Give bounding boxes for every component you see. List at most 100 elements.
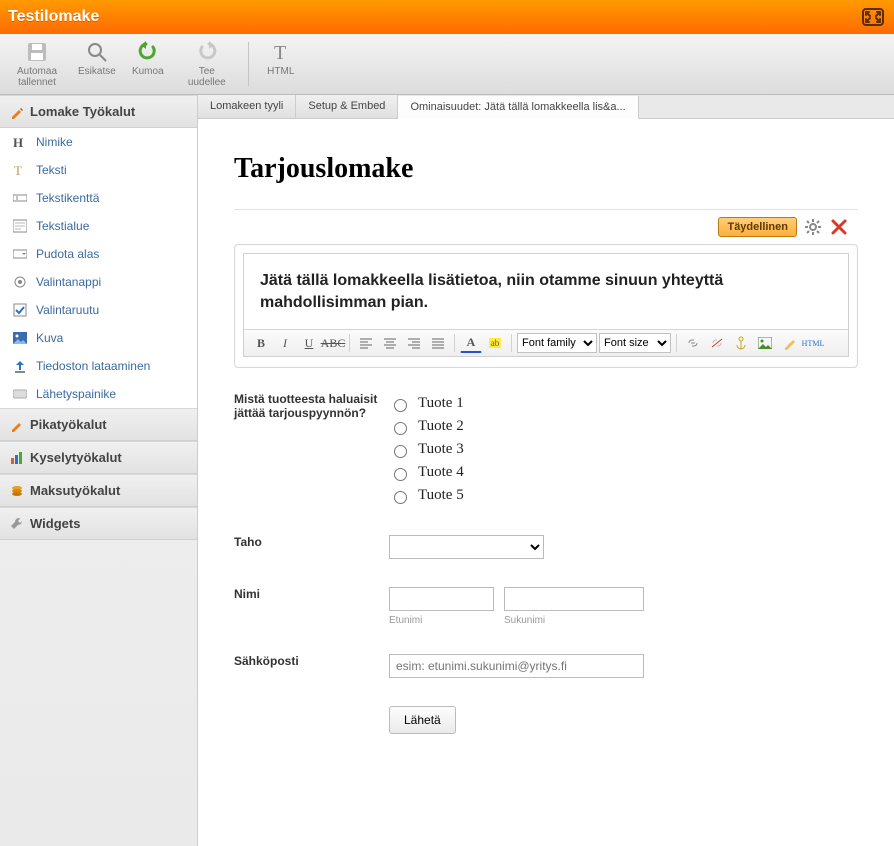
- tool-image[interactable]: Kuva: [0, 324, 197, 352]
- tool-upload[interactable]: Tiedoston lataaminen: [0, 352, 197, 380]
- preview-button[interactable]: Esikatse: [74, 38, 120, 90]
- font-family-select[interactable]: Font family: [517, 333, 597, 353]
- radio-icon: [12, 274, 28, 290]
- clear-format-button[interactable]: [778, 333, 800, 353]
- email-input[interactable]: [389, 654, 644, 678]
- section-pay-tools[interactable]: Maksutyökalut: [0, 474, 197, 507]
- window-title: Testilomake: [8, 8, 99, 26]
- dropdown-icon: [12, 246, 28, 262]
- tool-submit[interactable]: Lähetyspainike: [0, 380, 197, 408]
- tool-text[interactable]: TTeksti: [0, 156, 197, 184]
- last-name-sublabel: Sukunimi: [504, 615, 644, 626]
- wrench-icon: [10, 517, 24, 531]
- unlink-button[interactable]: [706, 333, 728, 353]
- tab-embed[interactable]: Setup & Embed: [296, 95, 398, 118]
- bg-color-button[interactable]: ab: [484, 333, 506, 353]
- html-button[interactable]: T HTML: [259, 38, 303, 90]
- section-quick-tools[interactable]: Pikatyökalut: [0, 408, 197, 441]
- first-name-input[interactable]: [389, 587, 494, 611]
- submit-button[interactable]: Lähetä: [389, 706, 456, 734]
- section-survey-tools[interactable]: Kyselytyökalut: [0, 441, 197, 474]
- form-title: Tarjouslomake: [234, 153, 858, 185]
- tool-textbox[interactable]: Tekstikenttä: [0, 184, 197, 212]
- name-label: Nimi: [234, 587, 389, 626]
- italic-button[interactable]: I: [274, 333, 296, 353]
- bold-button[interactable]: B: [250, 333, 272, 353]
- strike-button[interactable]: ABC: [322, 333, 344, 353]
- checkbox-icon: [12, 302, 28, 318]
- save-icon: [25, 40, 49, 64]
- svg-text:T: T: [274, 42, 286, 63]
- autosave-label: Automaa tallennet: [10, 66, 64, 88]
- undo-label: Kumoa: [132, 66, 164, 77]
- align-right-button[interactable]: [403, 333, 425, 353]
- product-option-3[interactable]: Tuote 3: [389, 438, 858, 461]
- rich-text-editor: Jätä tällä lomakkeella lisätietoa, niin …: [243, 253, 849, 357]
- align-left-button[interactable]: [355, 333, 377, 353]
- bars-icon: [10, 451, 24, 465]
- product-option-5[interactable]: Tuote 5: [389, 484, 858, 507]
- image-icon: [12, 330, 28, 346]
- magnifier-icon: [85, 40, 109, 64]
- redo-button[interactable]: Tee uudellee: [176, 38, 238, 90]
- last-name-input[interactable]: [504, 587, 644, 611]
- selected-element: Täydellinen Jätä tällä lomakkeella lisät…: [234, 244, 858, 368]
- anchor-button[interactable]: [730, 333, 752, 353]
- pencil-icon: [10, 105, 24, 119]
- party-select[interactable]: [389, 535, 544, 559]
- section-form-tools[interactable]: Lomake Työkalut: [0, 95, 197, 128]
- party-label: Taho: [234, 535, 389, 559]
- section-widgets[interactable]: Widgets: [0, 507, 197, 540]
- email-label: Sähköposti: [234, 654, 389, 678]
- upload-icon: [12, 358, 28, 374]
- main-toolbar: Automaa tallennet Esikatse Kumoa Tee uud…: [0, 34, 894, 95]
- delete-icon[interactable]: [829, 217, 849, 237]
- product-question-label: Mistä tuotteesta haluaisit jättää tarjou…: [234, 392, 389, 507]
- gear-icon[interactable]: [803, 217, 823, 237]
- svg-text:H: H: [13, 135, 23, 149]
- tool-checkbox[interactable]: Valintaruutu: [0, 296, 197, 324]
- editor-toolbar: B I U ABC A ab Font family: [244, 329, 848, 356]
- tool-textarea[interactable]: Tekstialue: [0, 212, 197, 240]
- button-icon: [12, 386, 28, 402]
- fullscreen-icon[interactable]: [860, 6, 886, 28]
- letter-icon: T: [12, 162, 28, 178]
- font-size-select[interactable]: Font size: [599, 333, 671, 353]
- product-option-2[interactable]: Tuote 2: [389, 415, 858, 438]
- form-tools-list: HNimike TTeksti Tekstikenttä Tekstialue …: [0, 128, 197, 408]
- coins-icon: [10, 484, 24, 498]
- tool-radio[interactable]: Valintanappi: [0, 268, 197, 296]
- undo-button[interactable]: Kumoa: [126, 38, 170, 90]
- tool-dropdown[interactable]: Pudota alas: [0, 240, 197, 268]
- redo-label: Tee uudellee: [180, 66, 234, 88]
- sidebar: Lomake Työkalut HNimike TTeksti Tekstike…: [0, 95, 198, 846]
- text-color-button[interactable]: A: [460, 333, 482, 353]
- undo-icon: [136, 40, 160, 64]
- html-label: HTML: [267, 66, 294, 77]
- textarea-icon: [12, 218, 28, 234]
- html-source-button[interactable]: HTML: [802, 333, 824, 353]
- product-option-1[interactable]: Tuote 1: [389, 392, 858, 415]
- tabs: Lomakeen tyyli Setup & Embed Ominaisuude…: [198, 95, 894, 119]
- heading-icon: H: [12, 134, 28, 150]
- text-icon: T: [269, 40, 293, 64]
- first-name-sublabel: Etunimi: [389, 615, 494, 626]
- link-button[interactable]: [682, 333, 704, 353]
- complete-button[interactable]: Täydellinen: [718, 217, 797, 237]
- svg-text:T: T: [14, 163, 22, 177]
- editor-content[interactable]: Jätä tällä lomakkeella lisätietoa, niin …: [244, 254, 848, 329]
- pencil-icon: [10, 418, 24, 432]
- tool-heading[interactable]: HNimike: [0, 128, 197, 156]
- align-center-button[interactable]: [379, 333, 401, 353]
- textbox-icon: [12, 190, 28, 206]
- form-canvas: Tarjouslomake Täydellinen Jätä tällä lom…: [198, 119, 894, 846]
- redo-icon: [195, 40, 219, 64]
- preview-label: Esikatse: [78, 66, 116, 77]
- align-justify-button[interactable]: [427, 333, 449, 353]
- tab-style[interactable]: Lomakeen tyyli: [198, 95, 296, 118]
- autosave-button[interactable]: Automaa tallennet: [6, 38, 68, 90]
- underline-button[interactable]: U: [298, 333, 320, 353]
- product-option-4[interactable]: Tuote 4: [389, 461, 858, 484]
- tab-properties[interactable]: Ominaisuudet: Jätä tällä lomakkeella lis…: [398, 96, 638, 119]
- insert-image-button[interactable]: [754, 333, 776, 353]
